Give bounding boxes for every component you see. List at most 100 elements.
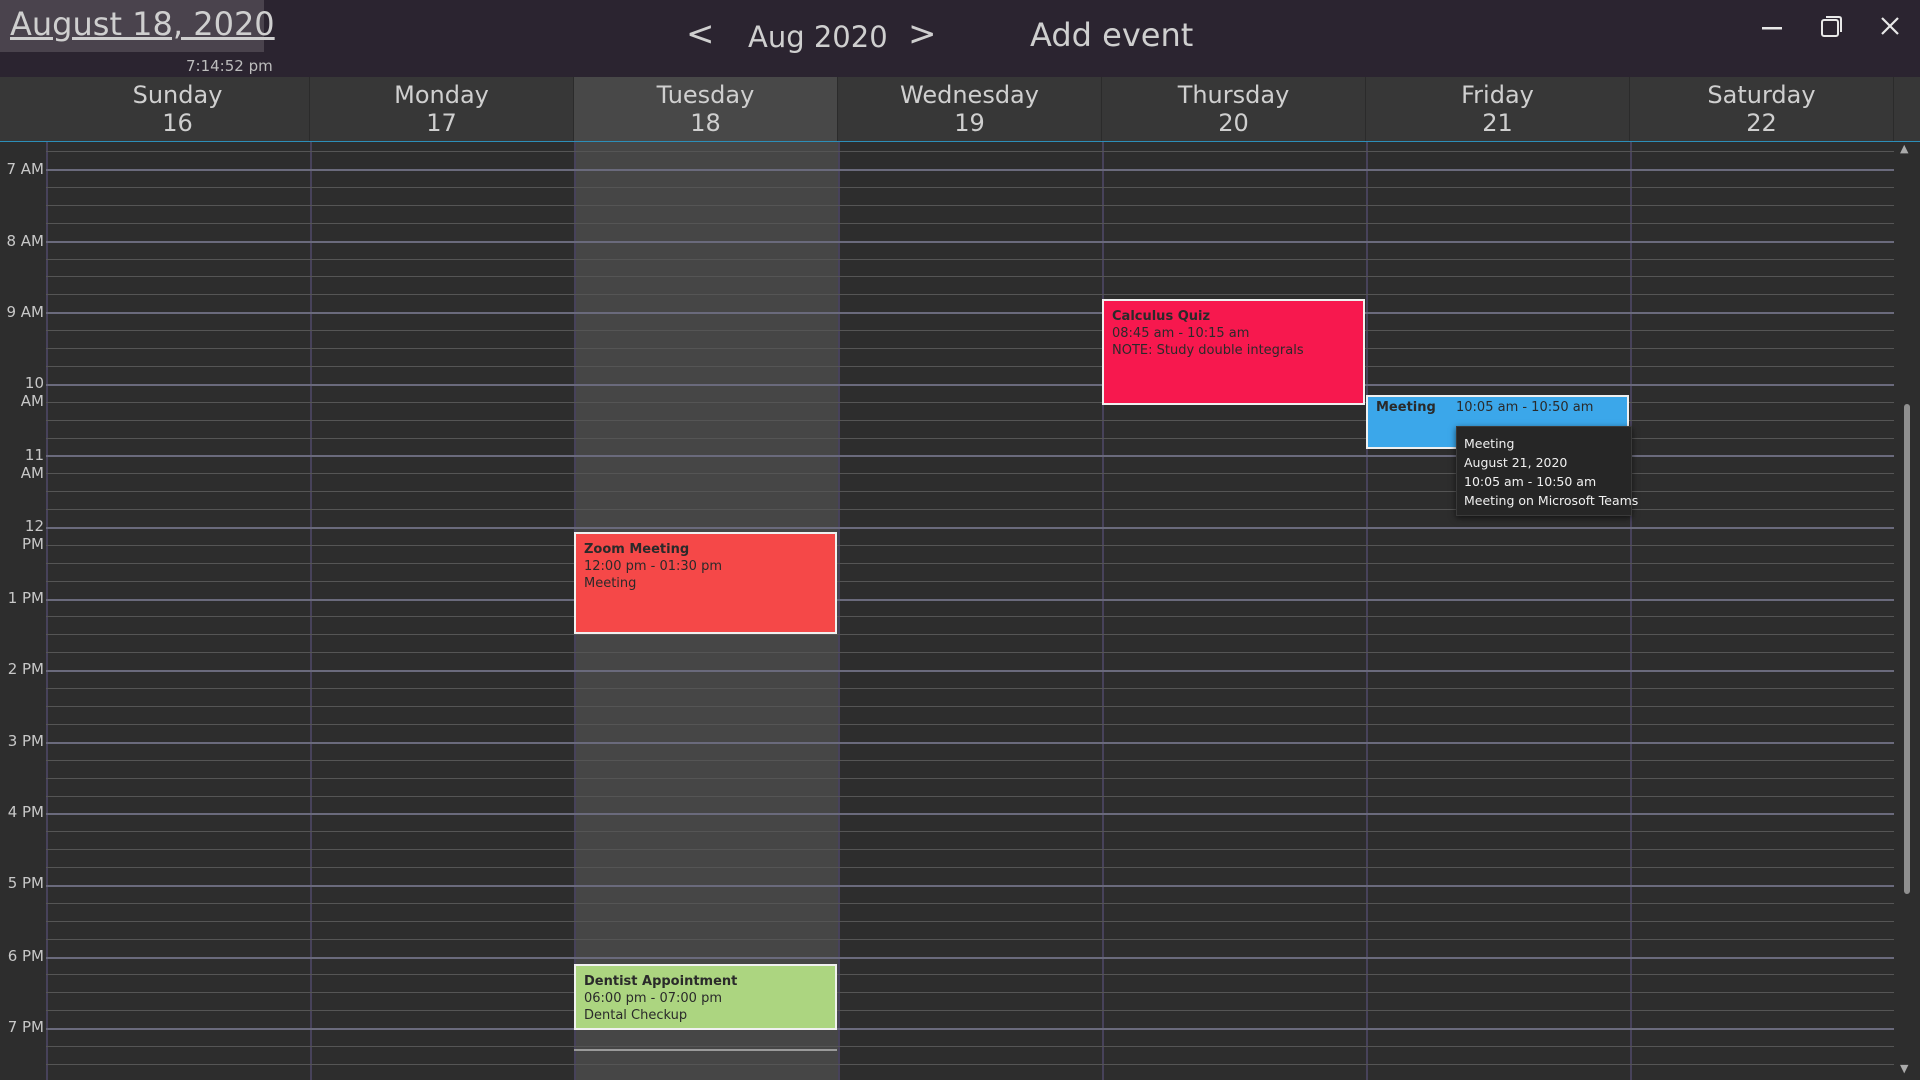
hour-gridline xyxy=(46,527,1894,529)
quarter-gridline xyxy=(46,706,1894,707)
tooltip-title: Meeting xyxy=(1464,436,1515,451)
quarter-gridline xyxy=(46,867,1894,868)
time-label: 9 AM xyxy=(6,303,44,321)
day-header-sunday[interactable]: Sunday 16 xyxy=(46,77,310,141)
day-date: 17 xyxy=(426,109,457,137)
quarter-gridline xyxy=(46,939,1894,940)
quarter-gridline xyxy=(46,1010,1894,1011)
current-date-link[interactable]: August 18, 2020 xyxy=(0,0,275,52)
tooltip-date: August 21, 2020 xyxy=(1464,455,1568,470)
quarter-gridline xyxy=(46,581,1894,582)
quarter-gridline xyxy=(46,545,1894,546)
time-label: 12 PM xyxy=(22,517,44,553)
event-note: Meeting xyxy=(584,576,637,591)
time-label: 4 PM xyxy=(7,803,44,821)
day-header-row: Sunday 16 Monday 17 Tuesday 18 Wednesday 19 … xyxy=(0,77,1920,142)
event-title: Zoom Meeting xyxy=(584,542,690,557)
event-title: Meeting xyxy=(1376,400,1436,415)
week-grid[interactable]: 7 AM 8 AM 9 AM 10 AM 11 AM 12 PM 1 PM 2 … xyxy=(0,142,1894,1080)
event-title: Dentist Appointment xyxy=(584,974,738,989)
quarter-gridline xyxy=(46,796,1894,797)
time-label: 1 PM xyxy=(7,589,44,607)
day-header-saturday[interactable]: Saturday 22 xyxy=(1630,77,1894,141)
quarter-gridline xyxy=(46,366,1894,367)
day-header-friday[interactable]: Friday 21 xyxy=(1366,77,1630,141)
day-date: 21 xyxy=(1482,109,1513,137)
time-label: 6 PM xyxy=(7,947,44,965)
close-button[interactable] xyxy=(1870,12,1910,42)
day-name: Thursday xyxy=(1177,81,1290,109)
quarter-gridline xyxy=(46,187,1894,188)
event-title: Calculus Quiz xyxy=(1112,309,1211,324)
day-name: Sunday xyxy=(132,81,223,109)
event-time: 06:00 pm - 07:00 pm xyxy=(584,991,722,1006)
event-calculus-quiz[interactable]: Calculus Quiz 08:45 am - 10:15 am NOTE: … xyxy=(1102,299,1365,405)
quarter-gridline xyxy=(46,974,1894,975)
quarter-gridline xyxy=(46,831,1894,832)
hour-gridline xyxy=(46,169,1894,171)
quarter-gridline xyxy=(46,634,1894,635)
vertical-scrollbar[interactable]: ▲ ▼ xyxy=(1894,142,1920,1080)
hour-gridline xyxy=(46,384,1894,386)
quarter-gridline xyxy=(46,205,1894,206)
quarter-gridline xyxy=(46,259,1894,260)
next-month-button[interactable]: > xyxy=(908,14,937,54)
month-label: Aug 2020 xyxy=(748,20,888,54)
hour-gridline xyxy=(46,813,1894,815)
scroll-up-icon[interactable]: ▲ xyxy=(1900,142,1908,155)
quarter-gridline xyxy=(46,1046,1894,1047)
day-header-tuesday[interactable]: Tuesday 18 xyxy=(574,77,838,141)
clock: 7:14:52 pm xyxy=(186,57,273,75)
hour-gridline xyxy=(46,312,1894,314)
quarter-gridline xyxy=(46,616,1894,617)
quarter-gridline xyxy=(46,563,1894,564)
time-label: 8 AM xyxy=(6,232,44,250)
minimize-button[interactable] xyxy=(1752,12,1792,42)
time-label: 10 AM xyxy=(20,374,44,410)
scroll-down-icon[interactable]: ▼ xyxy=(1900,1062,1908,1075)
day-date: 16 xyxy=(162,109,193,137)
day-header-monday[interactable]: Monday 17 xyxy=(310,77,574,141)
day-date: 18 xyxy=(690,109,721,137)
scroll-thumb[interactable] xyxy=(1904,404,1910,894)
quarter-gridline xyxy=(46,849,1894,850)
day-date: 22 xyxy=(1746,109,1777,137)
add-event-button[interactable]: Add event xyxy=(1030,16,1193,54)
quarter-gridline xyxy=(46,294,1894,295)
day-header-wednesday[interactable]: Wednesday 19 xyxy=(838,77,1102,141)
time-label: 5 PM xyxy=(7,874,44,892)
event-time: 12:00 pm - 01:30 pm xyxy=(584,559,722,574)
prev-month-button[interactable]: < xyxy=(686,14,715,54)
time-label: 11 AM xyxy=(20,446,44,482)
quarter-gridline xyxy=(46,688,1894,689)
current-date-text[interactable]: August 18, 2020 xyxy=(10,5,275,43)
quarter-gridline xyxy=(46,724,1894,725)
quarter-gridline xyxy=(46,348,1894,349)
day-header-thursday[interactable]: Thursday 20 xyxy=(1102,77,1366,141)
title-bar: August 18, 2020 7:14:52 pm < Aug 2020 > … xyxy=(0,0,1920,77)
event-time: 10:05 am - 10:50 am xyxy=(1456,400,1594,415)
hour-gridline xyxy=(46,599,1894,601)
hour-gridline xyxy=(46,957,1894,959)
event-note: Dental Checkup xyxy=(584,1008,688,1023)
time-label: 2 PM xyxy=(7,660,44,678)
time-label: 3 PM xyxy=(7,732,44,750)
hour-gridline xyxy=(46,241,1894,243)
day-name: Friday xyxy=(1461,81,1534,109)
event-dentist-appointment[interactable]: Dentist Appointment 06:00 pm - 07:00 pm … xyxy=(574,964,837,1030)
quarter-gridline xyxy=(46,903,1894,904)
restore-icon xyxy=(1821,16,1842,37)
event-zoom-meeting[interactable]: Zoom Meeting 12:00 pm - 01:30 pm Meeting xyxy=(574,532,837,634)
day-name: Wednesday xyxy=(900,81,1039,109)
time-label: 7 PM xyxy=(7,1018,44,1036)
day-name: Saturday xyxy=(1707,81,1816,109)
quarter-gridline xyxy=(46,1064,1894,1065)
tooltip-time: 10:05 am - 10:50 am xyxy=(1464,474,1597,489)
event-time: 08:45 am - 10:15 am xyxy=(1112,326,1250,341)
restore-button[interactable] xyxy=(1810,12,1850,42)
day-date: 19 xyxy=(954,109,985,137)
quarter-gridline xyxy=(46,330,1894,331)
hour-gridline xyxy=(46,742,1894,744)
quarter-gridline xyxy=(46,760,1894,761)
quarter-gridline xyxy=(46,151,1894,152)
